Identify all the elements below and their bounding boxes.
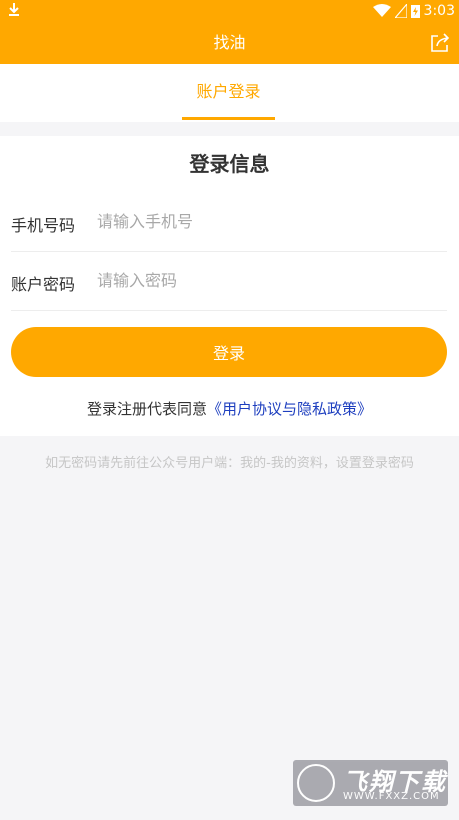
login-card: 登录信息 手机号码 账户密码 登录 登录注册代表同意《用户协议与隐私政策》: [0, 136, 459, 436]
wifi-icon: [372, 4, 391, 17]
status-icons: 3:03: [372, 2, 455, 20]
password-row: 账户密码: [11, 253, 447, 311]
watermark-logo-icon: [297, 764, 335, 802]
signal-icon: [394, 4, 407, 18]
watermark-url: WWW.FXXZ.COM: [343, 791, 440, 802]
tab-account-login[interactable]: 账户登录: [182, 64, 275, 120]
status-bar: 3:03: [0, 0, 459, 22]
phone-input[interactable]: [97, 206, 427, 236]
password-label: 账户密码: [11, 275, 76, 294]
status-time: 3:03: [423, 3, 455, 19]
login-button[interactable]: 登录: [11, 327, 447, 377]
agreement-link[interactable]: 《用户协议与隐私政策》: [207, 400, 372, 418]
tab-bar: 账户登录: [0, 64, 459, 122]
agreement-text: 登录注册代表同意《用户协议与隐私政策》: [0, 398, 459, 419]
agreement-prefix: 登录注册代表同意: [86, 400, 207, 418]
password-input[interactable]: [97, 265, 427, 295]
phone-row: 手机号码: [11, 194, 447, 252]
share-icon[interactable]: [429, 32, 451, 54]
form-heading: 登录信息: [189, 152, 270, 176]
app-bar: 找油: [0, 22, 459, 64]
watermark: 飞翔下载 WWW.FXXZ.COM: [293, 760, 448, 806]
battery-charging-icon: [410, 5, 420, 18]
download-icon: [9, 3, 19, 16]
page-title: 找油: [213, 33, 246, 52]
phone-label: 手机号码: [11, 216, 76, 235]
password-hint: 如无密码请先前往公众号用户端：我的-我的资料，设置登录密码: [45, 456, 414, 471]
